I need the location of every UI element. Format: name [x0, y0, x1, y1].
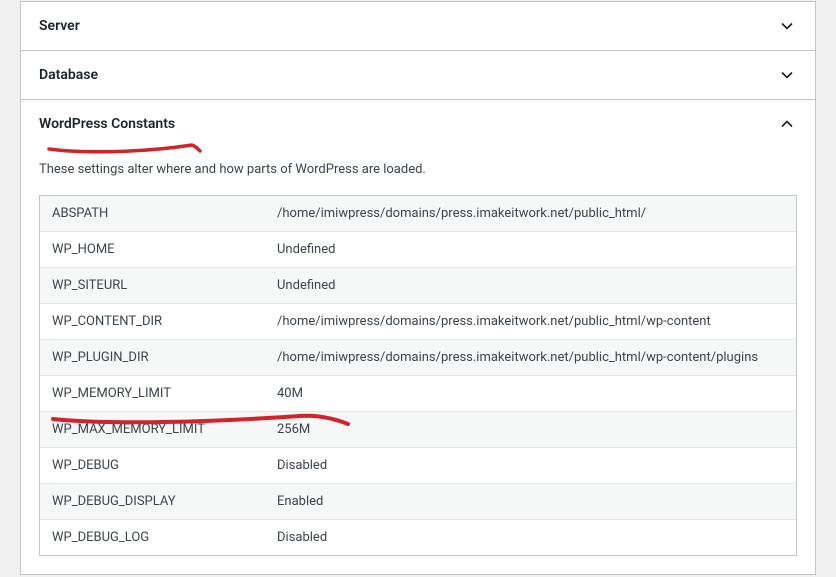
constant-value: 40M — [265, 376, 796, 411]
section-constants-title: WordPress Constants — [39, 116, 175, 132]
section-wordpress-constants: WordPress Constants These settings alter… — [20, 99, 816, 575]
chevron-down-icon — [777, 16, 797, 36]
section-constants-header[interactable]: WordPress Constants — [21, 100, 815, 148]
constant-name: WP_DEBUG_LOG — [40, 520, 265, 555]
constant-value: Undefined — [265, 268, 796, 303]
constant-name: WP_SITEURL — [40, 268, 265, 303]
section-database: Database — [20, 50, 816, 100]
constant-value: Undefined — [265, 232, 796, 267]
section-server-title: Server — [39, 18, 80, 34]
chevron-down-icon — [777, 65, 797, 85]
table-row: WP_CONTENT_DIR /home/imiwpress/domains/p… — [40, 304, 796, 340]
section-server: Server — [20, 1, 816, 51]
constant-value: /home/imiwpress/domains/press.imakeitwor… — [265, 340, 796, 375]
table-row: WP_DEBUG_LOG Disabled — [40, 520, 796, 555]
table-row: WP_HOME Undefined — [40, 232, 796, 268]
section-constants-description: These settings alter where and how parts… — [39, 162, 797, 177]
table-row: WP_DEBUG_DISPLAY Enabled — [40, 484, 796, 520]
table-row: WP_PLUGIN_DIR /home/imiwpress/domains/pr… — [40, 340, 796, 376]
constant-name: WP_CONTENT_DIR — [40, 304, 265, 339]
constant-name: WP_HOME — [40, 232, 265, 267]
constant-value: 256M — [265, 412, 796, 447]
section-database-header[interactable]: Database — [21, 51, 815, 99]
section-constants-body: These settings alter where and how parts… — [21, 162, 815, 574]
section-database-title: Database — [39, 67, 98, 83]
table-row: WP_MEMORY_LIMIT 40M — [40, 376, 796, 412]
constant-name: WP_DEBUG_DISPLAY — [40, 484, 265, 519]
table-row: WP_DEBUG Disabled — [40, 448, 796, 484]
table-row: ABSPATH /home/imiwpress/domains/press.im… — [40, 196, 796, 232]
constant-value: /home/imiwpress/domains/press.imakeitwor… — [265, 304, 796, 339]
constant-value: Enabled — [265, 484, 796, 519]
constant-value: Disabled — [265, 520, 796, 555]
constant-value: Disabled — [265, 448, 796, 483]
constant-name: WP_PLUGIN_DIR — [40, 340, 265, 375]
table-row: WP_MAX_MEMORY_LIMIT 256M — [40, 412, 796, 448]
constants-table: ABSPATH /home/imiwpress/domains/press.im… — [39, 195, 797, 556]
constant-name: WP_MAX_MEMORY_LIMIT — [40, 412, 265, 447]
section-server-header[interactable]: Server — [21, 2, 815, 50]
constant-name: ABSPATH — [40, 196, 265, 231]
table-row: WP_SITEURL Undefined — [40, 268, 796, 304]
chevron-up-icon — [777, 114, 797, 134]
constant-value: /home/imiwpress/domains/press.imakeitwor… — [265, 196, 796, 231]
constant-name: WP_MEMORY_LIMIT — [40, 376, 265, 411]
constant-name: WP_DEBUG — [40, 448, 265, 483]
